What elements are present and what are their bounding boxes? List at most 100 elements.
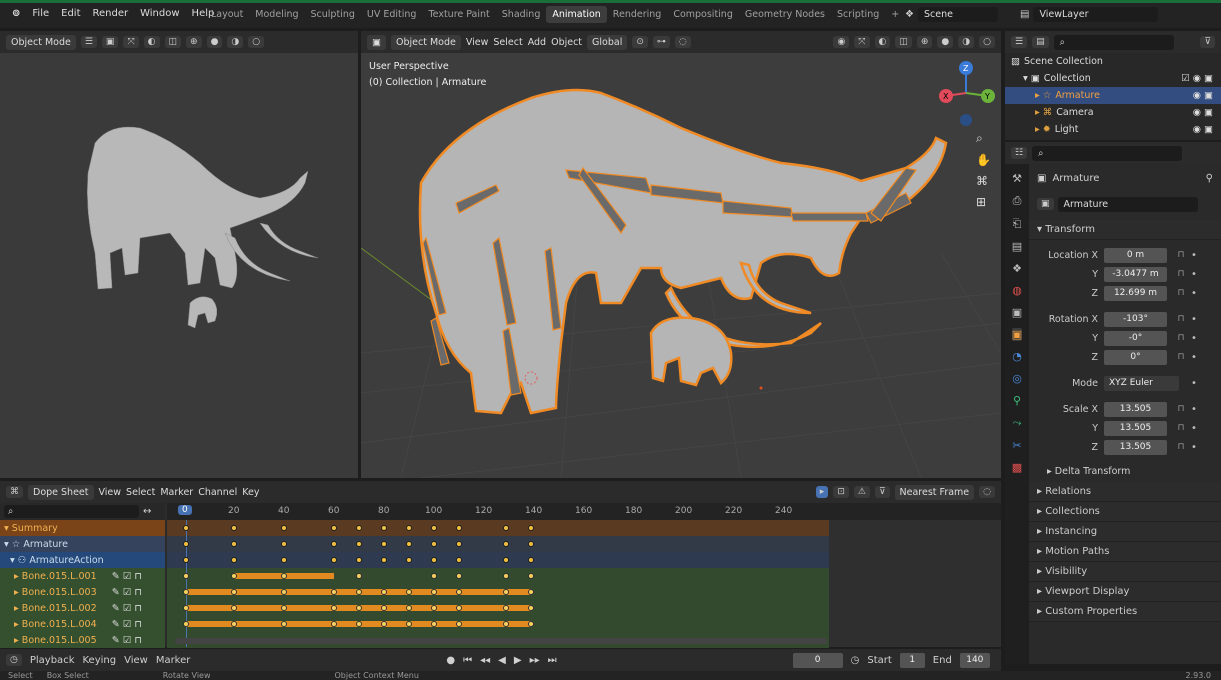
keyframe-marker[interactable]: [528, 525, 534, 531]
instancing-section[interactable]: ▸ Instancing: [1029, 522, 1221, 542]
properties-search-input[interactable]: ⌕: [1032, 145, 1183, 161]
keyframe-marker[interactable]: [381, 525, 387, 531]
editor-type-icon[interactable]: ▣: [367, 34, 386, 50]
keying-menu[interactable]: Keying: [82, 655, 116, 666]
keyframe-marker[interactable]: [503, 605, 509, 611]
rotation-y-field[interactable]: -0°: [1104, 330, 1167, 346]
add-workspace-button[interactable]: +: [885, 6, 905, 23]
playback-menu[interactable]: Playback: [30, 655, 75, 666]
menu-edit[interactable]: Edit: [55, 6, 86, 21]
rotation-mode-select[interactable]: XYZ Euler: [1104, 375, 1179, 391]
gizmo-icon[interactable]: ⤧: [123, 36, 139, 48]
keyframe-marker[interactable]: [431, 589, 437, 595]
dopesheet-menu-channel[interactable]: Channel: [198, 487, 237, 498]
physics-tab-icon[interactable]: ◎: [1012, 372, 1022, 385]
keyframe-marker[interactable]: [456, 621, 462, 627]
keyframe-marker[interactable]: [431, 525, 437, 531]
keyframe-marker[interactable]: [231, 621, 237, 627]
keyframe-marker[interactable]: [231, 605, 237, 611]
location-y-field[interactable]: -3.0477 m: [1104, 266, 1167, 282]
keyframe-marker[interactable]: [281, 621, 287, 627]
tab-geometry-nodes[interactable]: Geometry Nodes: [739, 6, 831, 23]
keyframe-marker[interactable]: [406, 605, 412, 611]
outliner-search-input[interactable]: ⌕: [1053, 34, 1174, 50]
playhead-line[interactable]: [186, 520, 187, 647]
keyframe-dot-icon[interactable]: •: [1191, 378, 1197, 389]
menu-select[interactable]: Select: [493, 37, 522, 48]
keyframe-marker[interactable]: [528, 573, 534, 579]
overlay-icon[interactable]: ◐: [143, 36, 160, 48]
keyframe-marker[interactable]: [406, 525, 412, 531]
object-name-field[interactable]: Armature: [1057, 196, 1198, 212]
visibility-eye-icon[interactable]: ◉ ▣: [1193, 107, 1213, 118]
keyframe-marker[interactable]: [183, 541, 189, 547]
keyframe-marker[interactable]: [456, 541, 462, 547]
tab-shading[interactable]: Shading: [496, 6, 547, 23]
menu-window[interactable]: Window: [134, 6, 185, 21]
rotation-x-field[interactable]: -103°: [1104, 311, 1167, 327]
snap-mode-select[interactable]: Nearest Frame: [894, 484, 975, 500]
keyframe-marker[interactable]: [356, 573, 362, 579]
collections-section[interactable]: ▸ Collections: [1029, 502, 1221, 522]
menu-object[interactable]: Object: [551, 37, 582, 48]
keyframe-dot-icon[interactable]: •: [1191, 288, 1197, 299]
camera-view-mode-select[interactable]: Object Mode: [6, 34, 76, 50]
keyframe-dot-icon[interactable]: •: [1191, 423, 1197, 434]
location-x-field[interactable]: 0 m: [1104, 247, 1167, 263]
solid-mode-icon[interactable]: ●: [937, 36, 954, 48]
keyframe-marker[interactable]: [281, 573, 287, 579]
menu-render[interactable]: Render: [87, 6, 135, 21]
pan-hand-icon[interactable]: ✋: [976, 153, 991, 167]
keyframe-marker[interactable]: [381, 621, 387, 627]
viewport-display-section[interactable]: ▸ Viewport Display: [1029, 582, 1221, 602]
tab-rendering[interactable]: Rendering: [607, 6, 668, 23]
show-hidden-icon[interactable]: ⊡: [833, 486, 849, 498]
play-icon[interactable]: ▶: [514, 655, 522, 666]
scale-x-field[interactable]: 13.505: [1104, 401, 1167, 417]
constraint-tab-icon[interactable]: ⚲: [1013, 394, 1021, 407]
keyframe-marker[interactable]: [356, 525, 362, 531]
keyframe-marker[interactable]: [431, 573, 437, 579]
bone-channel-toggles-icon[interactable]: ✎ ☑ ⊓: [112, 587, 142, 598]
transform-section-header[interactable]: ▾ Transform: [1029, 220, 1221, 240]
wireframe-shading-icon[interactable]: ⊕: [186, 36, 202, 48]
visibility-eye-icon[interactable]: ◉ ▣: [1193, 124, 1213, 135]
keyframe-marker[interactable]: [431, 541, 437, 547]
keyframe-marker[interactable]: [356, 621, 362, 627]
timeline-view-menu[interactable]: View: [124, 655, 148, 666]
object-tab-icon[interactable]: ▣: [1011, 328, 1023, 341]
channel-bone[interactable]: ▸ Bone.015.L.005 ✎ ☑ ⊓: [0, 632, 165, 648]
solid-shading-icon[interactable]: ●: [206, 36, 223, 48]
visibility-section[interactable]: ▸ Visibility: [1029, 562, 1221, 582]
keyframe-marker[interactable]: [183, 589, 189, 595]
tab-animation[interactable]: Animation: [546, 6, 607, 23]
keyframe-dot-icon[interactable]: •: [1191, 314, 1197, 325]
view-options-icon[interactable]: ☰: [80, 36, 97, 48]
menu-view[interactable]: View: [466, 37, 489, 48]
keyframe-marker[interactable]: [431, 621, 437, 627]
keyframe-marker[interactable]: [231, 557, 237, 563]
keyframe-marker[interactable]: [331, 541, 337, 547]
outliner-display-mode-icon[interactable]: ▤: [1032, 36, 1049, 48]
outliner-editor-icon[interactable]: ☰: [1011, 36, 1028, 48]
dopesheet-filter-icon[interactable]: ⊽: [874, 486, 890, 498]
tab-uv-editing[interactable]: UV Editing: [361, 6, 423, 23]
relations-section[interactable]: ▸ Relations: [1029, 482, 1221, 502]
bone-channel-toggles-icon[interactable]: ✎ ☑ ⊓: [112, 635, 142, 646]
view-layer-icon[interactable]: ▤: [1020, 9, 1029, 20]
keyframe-dot-icon[interactable]: •: [1191, 250, 1197, 261]
tab-layout[interactable]: Layout: [205, 6, 249, 23]
keyframe-marker[interactable]: [281, 589, 287, 595]
material-mode-icon[interactable]: ◑: [958, 36, 975, 48]
data-tab-icon[interactable]: ⤳: [1013, 416, 1022, 430]
keyframe-marker[interactable]: [431, 605, 437, 611]
material-shading-icon[interactable]: ◑: [227, 36, 244, 48]
channel-bone[interactable]: ▸ Bone.015.L.004 ✎ ☑ ⊓: [0, 616, 165, 632]
keyframe-marker[interactable]: [183, 557, 189, 563]
bone-tab-icon[interactable]: ✂: [1012, 439, 1021, 452]
motion-paths-section[interactable]: ▸ Motion Paths: [1029, 542, 1221, 562]
keyframe-marker[interactable]: [528, 605, 534, 611]
snap-icon[interactable]: ⊶: [652, 36, 670, 48]
keyframe-marker[interactable]: [356, 605, 362, 611]
channel-bone[interactable]: ▸ Bone.015.L.003 ✎ ☑ ⊓: [0, 584, 165, 600]
